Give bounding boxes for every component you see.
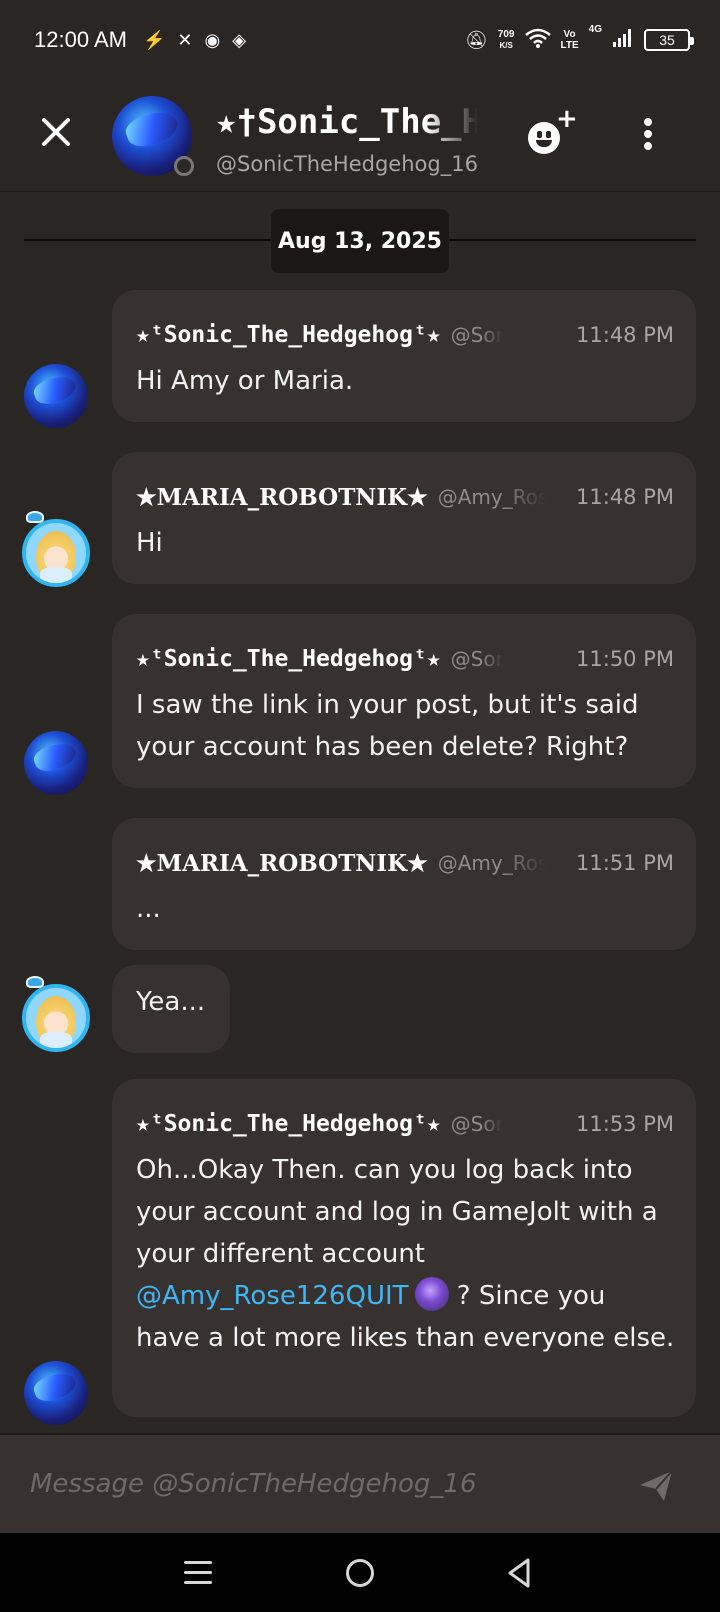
message-bubble[interactable]: ★ᵗSonic_The_Hedgehogᵗ★ @SonicTheHedgehog…: [112, 614, 696, 788]
message-header: ★ᵗSonic_The_Hedgehogᵗ★ @SonicTheHedgehog…: [136, 642, 674, 676]
mute-bell-icon: 🔕︎: [464, 29, 488, 50]
close-icon: [42, 118, 70, 146]
back-icon: [508, 1558, 530, 1587]
message-time: 11:53 PM: [576, 1112, 674, 1136]
message-handle: @SonicTheHedgehog_16: [450, 1112, 503, 1136]
message-author[interactable]: ★MARIA_ROBOTNIK★: [136, 850, 428, 877]
net-speed-value: 709: [497, 29, 515, 40]
avatar[interactable]: [24, 1361, 88, 1425]
message-handle: @Amy_Rose126QUIT: [437, 485, 546, 509]
shield-icon: ◈: [232, 29, 247, 50]
net-speed: 709 K/S: [498, 29, 515, 51]
message-bubble[interactable]: Yea...: [112, 965, 230, 1053]
messenger-icon: ◉: [204, 29, 221, 50]
home-button[interactable]: [338, 1551, 382, 1595]
message-text: Yea...: [136, 987, 206, 1017]
message-author[interactable]: ★ᵗSonic_The_Hedgehogᵗ★: [136, 322, 441, 348]
menu-line: [184, 1570, 212, 1574]
hat-icon: [26, 511, 44, 523]
status-time: 12:00 AM: [34, 27, 127, 52]
avatar[interactable]: [24, 731, 88, 795]
message-handle: @SonicTheHedgehog_16: [450, 647, 503, 671]
menu-line: [184, 1580, 212, 1584]
message-text: Hi Amy or Maria.: [136, 366, 354, 396]
message-handle: @SonicTheHedgehog_16: [450, 323, 503, 347]
battery-icon: 35: [644, 29, 694, 51]
back-button[interactable]: [498, 1551, 542, 1595]
avatar[interactable]: [22, 519, 90, 587]
message-author[interactable]: ★ᵗSonic_The_Hedgehogᵗ★: [136, 1111, 441, 1137]
close-button[interactable]: [36, 112, 76, 152]
message-time: 11:48 PM: [576, 323, 674, 347]
recent-apps-button[interactable]: [178, 1551, 222, 1595]
message-header: ★ᵗSonic_The_Hedgehogᵗ★ @SonicTheHedgehog…: [136, 1107, 674, 1141]
message-text: ...: [136, 894, 161, 924]
date-divider: Aug 13, 2025: [271, 209, 449, 273]
chat-handle: @SonicTheHedgehog_16: [216, 152, 478, 176]
message-text: I saw the link in your post, but it's sa…: [136, 690, 639, 762]
send-button[interactable]: [636, 1465, 676, 1505]
user-mention-link[interactable]: @Amy_Rose126QUIT: [136, 1281, 409, 1311]
chat-header: ★†Sonic_The_Hedgehog†★ @SonicTheHedgehog…: [0, 80, 720, 192]
offline-status-indicator: [174, 156, 194, 176]
message-composer: [0, 1433, 720, 1533]
message-time: 11:50 PM: [576, 647, 674, 671]
signal-icon: [612, 28, 634, 53]
message-handle: @Amy_Rose126QUIT: [437, 851, 546, 875]
message-text: Hi: [136, 528, 163, 558]
wifi-icon: [524, 28, 551, 53]
message-bubble[interactable]: ★MARIA_ROBOTNIK★ @Amy_Rose126QUIT 11:51 …: [112, 818, 696, 950]
message-author[interactable]: ★ᵗSonic_The_Hedgehogᵗ★: [136, 646, 441, 672]
kebab-dot: [644, 118, 652, 126]
kebab-dot: [644, 142, 652, 150]
status-right: 🔕︎ 709 K/S Vo LTE 4G 35: [464, 24, 694, 53]
message-bubble[interactable]: ★ᵗSonic_The_Hedgehogᵗ★ @SonicTheHedgehog…: [112, 1079, 696, 1417]
avatar[interactable]: [24, 364, 88, 428]
message-author[interactable]: ★MARIA_ROBOTNIK★: [136, 484, 428, 511]
avatar[interactable]: [22, 984, 90, 1052]
battery-level: 35: [659, 32, 675, 48]
message-input[interactable]: [30, 1457, 610, 1511]
status-bar: 12:00 AM ⚡ ✕ ◉ ◈ 🔕︎ 709 K/S Vo LTE 4G 35: [0, 0, 720, 80]
message-list[interactable]: Aug 13, 2025 ★ᵗSonic_The_Hedgehogᵗ★ @Son…: [0, 193, 720, 1433]
network-type: 4G: [588, 23, 602, 35]
system-nav-bar: [0, 1533, 720, 1612]
message-header: ★MARIA_ROBOTNIK★ @Amy_Rose126QUIT 11:51 …: [136, 846, 674, 880]
message-time: 11:48 PM: [576, 485, 674, 509]
home-icon: [346, 1558, 374, 1587]
volte-top: Vo: [563, 29, 576, 40]
menu-line: [184, 1560, 212, 1564]
message-text-part: Oh...Okay Then. can you log back into yo…: [136, 1155, 658, 1269]
volte-indicator: Vo LTE: [561, 29, 579, 51]
notification-icons: ⚡ ✕ ◉ ◈: [143, 30, 246, 51]
add-friend-button[interactable]: +: [524, 106, 580, 162]
app-icon: ✕: [177, 29, 193, 50]
kebab-dot: [644, 130, 652, 138]
message-text: Oh...Okay Then. can you log back into yo…: [136, 1149, 676, 1359]
hat-icon: [26, 976, 44, 988]
message-time: 11:51 PM: [576, 851, 674, 875]
message-header: ★ᵗSonic_The_Hedgehogᵗ★ @SonicTheHedgehog…: [136, 318, 674, 352]
message-header: ★MARIA_ROBOTNIK★ @Amy_Rose126QUIT 11:48 …: [136, 480, 674, 514]
message-bubble[interactable]: ★ᵗSonic_The_Hedgehogᵗ★ @SonicTheHedgehog…: [112, 290, 696, 422]
net-speed-unit: K/S: [499, 41, 513, 50]
volte-bottom: LTE: [560, 40, 579, 51]
chat-title[interactable]: ★†Sonic_The_Hedgehog†★: [216, 102, 478, 146]
mention-avatar: [414, 1277, 449, 1311]
send-icon: [640, 1470, 673, 1501]
more-options-button[interactable]: [636, 114, 660, 154]
plus-icon: +: [556, 104, 578, 134]
message-bubble[interactable]: ★MARIA_ROBOTNIK★ @Amy_Rose126QUIT 11:48 …: [112, 452, 696, 584]
flash-icon: ⚡: [142, 29, 166, 50]
